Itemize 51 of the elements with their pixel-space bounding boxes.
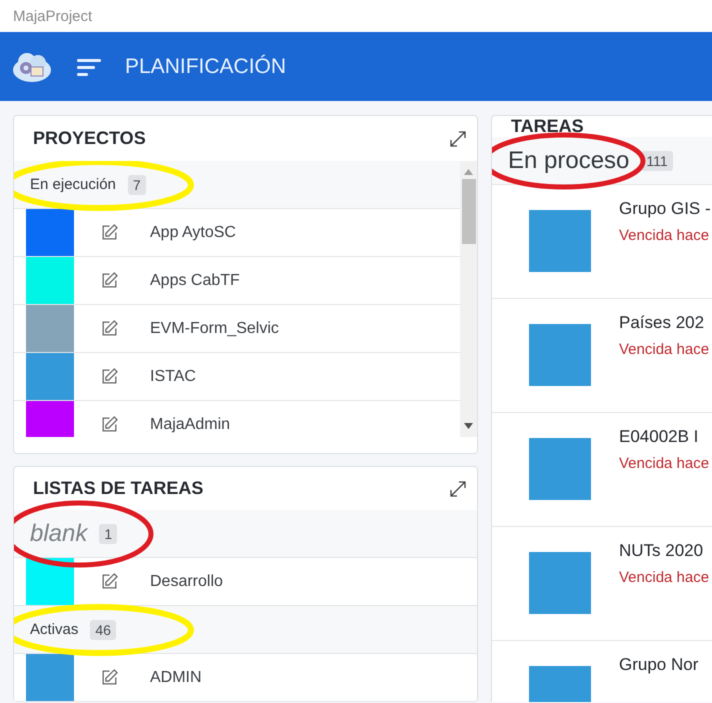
count-badge: 111 bbox=[641, 150, 673, 170]
edit-button[interactable] bbox=[100, 319, 119, 338]
panel-title: TAREAS bbox=[511, 116, 584, 137]
count-badge: 46 bbox=[90, 620, 116, 640]
edit-button[interactable] bbox=[100, 415, 119, 434]
edit-icon bbox=[100, 668, 119, 687]
menu-icon bbox=[77, 56, 101, 76]
task-status: Vencida hace bbox=[619, 341, 710, 358]
edit-button[interactable] bbox=[100, 271, 119, 290]
edit-button[interactable] bbox=[100, 572, 119, 591]
group-label: Activas bbox=[30, 621, 78, 638]
edit-button[interactable] bbox=[100, 668, 119, 687]
edit-icon bbox=[100, 572, 119, 591]
expand-button[interactable] bbox=[449, 130, 467, 148]
task-name: Grupo Nor bbox=[619, 655, 698, 675]
task-name: Grupo GIS - bbox=[619, 199, 711, 219]
edit-icon bbox=[100, 319, 119, 338]
edit-icon bbox=[100, 415, 119, 434]
edit-button[interactable] bbox=[100, 367, 119, 386]
expand-button[interactable] bbox=[449, 480, 467, 498]
task-status: Vencida hace bbox=[619, 569, 710, 586]
item-name: App AytoSC bbox=[150, 224, 236, 242]
group-label: En proceso bbox=[508, 146, 630, 174]
item-name: EVM-Form_Selvic bbox=[150, 320, 279, 338]
edit-icon bbox=[100, 271, 119, 290]
group-label: blank bbox=[30, 520, 88, 548]
task-status: Vencida hace bbox=[619, 227, 710, 244]
item-name: ISTAC bbox=[150, 368, 196, 386]
task-name: E04002B I bbox=[619, 427, 700, 447]
expand-icon bbox=[449, 130, 467, 148]
page-title: PLANIFICACIÓN bbox=[125, 54, 286, 78]
item-name: ADMIN bbox=[150, 668, 202, 686]
task-status: Vencida hace bbox=[619, 455, 710, 472]
task-name: NUTs 2020 bbox=[619, 541, 704, 561]
edit-button[interactable] bbox=[100, 223, 119, 242]
item-name: MajaAdmin bbox=[150, 416, 230, 434]
task-name: Países 202 bbox=[619, 313, 706, 333]
scroll-down-icon[interactable] bbox=[464, 423, 473, 429]
panel-title: PROYECTOS bbox=[33, 128, 146, 149]
expand-icon bbox=[449, 480, 467, 498]
group-label: En ejecución bbox=[30, 176, 116, 193]
window-title: MajaProject bbox=[13, 8, 92, 24]
item-name: Desarrollo bbox=[150, 572, 223, 590]
scrollbar[interactable] bbox=[460, 161, 477, 437]
panel-title: LISTAS DE TAREAS bbox=[33, 478, 204, 499]
edit-icon bbox=[100, 367, 119, 386]
item-name: Apps CabTF bbox=[150, 272, 240, 290]
count-badge: 1 bbox=[99, 524, 118, 544]
count-badge: 7 bbox=[128, 174, 146, 194]
scrollbar-thumb[interactable] bbox=[462, 179, 476, 244]
edit-icon bbox=[100, 223, 119, 242]
